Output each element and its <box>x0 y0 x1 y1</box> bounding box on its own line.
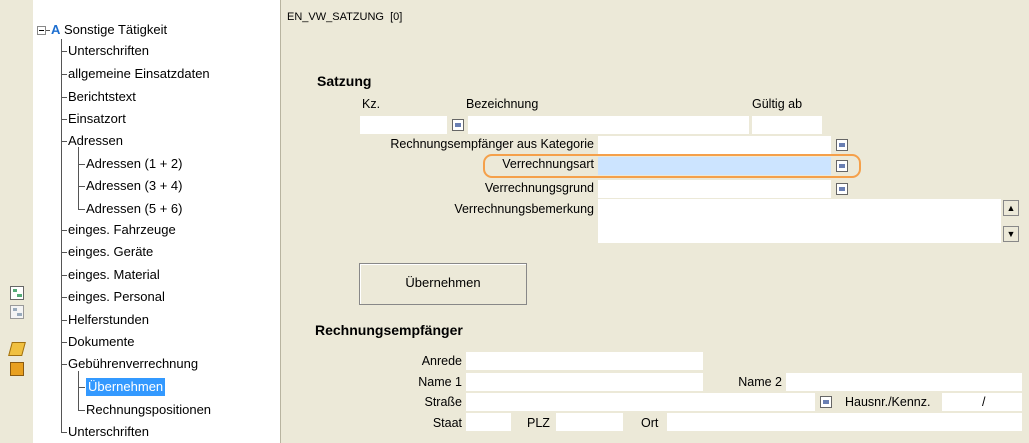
navigation-tree: A Sonstige Tätigkeit Unterschriften allg… <box>33 0 281 443</box>
label-verrechnungsbemerkung: Verrechnungsbemerkung <box>454 202 594 216</box>
folder-icon[interactable] <box>10 362 24 376</box>
tree-item-adressen-1-2[interactable]: Adressen (1 + 2) <box>86 155 182 173</box>
scroll-up-icon[interactable]: ▲ <box>1003 200 1019 216</box>
tree-item-rechnungspositionen[interactable]: Rechnungspositionen <box>86 401 211 419</box>
col-header-bezeichnung: Bezeichnung <box>466 97 539 111</box>
scroll-down-icon[interactable]: ▼ <box>1003 226 1019 242</box>
label-ort: Ort <box>641 416 659 430</box>
tree-item-einges-material[interactable]: einges. Material <box>68 266 160 284</box>
verrechnungsart-input[interactable] <box>598 157 831 175</box>
tree-item-unterschriften-2[interactable]: Unterschriften <box>68 423 149 441</box>
label-verrechnungsart: Verrechnungsart <box>502 157 594 171</box>
kz-lookup-icon[interactable] <box>452 119 464 131</box>
label-plz: PLZ <box>527 416 550 430</box>
expand-tree-icon[interactable] <box>10 286 24 300</box>
label-anrede: Anrede <box>421 354 462 368</box>
verrechnungsgrund-lookup-icon[interactable] <box>836 183 848 195</box>
root-letter-icon: A <box>51 22 61 37</box>
tree-item-allgemeine-einsatzdaten[interactable]: allgemeine Einsatzdaten <box>68 65 210 83</box>
section-heading-satzung: Satzung <box>317 73 372 89</box>
left-toolbar <box>0 0 33 443</box>
panel-title: EN_VW_SATZUNG [0] <box>287 11 403 23</box>
verrechnungsart-lookup-icon[interactable] <box>836 160 848 172</box>
strasse-lookup-icon[interactable] <box>820 396 832 408</box>
collapse-tree-icon[interactable] <box>10 305 24 319</box>
empfaenger-kategorie-input[interactable] <box>598 136 831 154</box>
label-hausnr-kennz: Hausnr./Kennz. <box>845 395 931 409</box>
tree-item-einsatzort[interactable]: Einsatzort <box>68 110 126 128</box>
verrechnungsgrund-input[interactable] <box>598 180 831 198</box>
tree-item-einges-fahrzeuge[interactable]: einges. Fahrzeuge <box>68 221 176 239</box>
tree-item-einges-geraete[interactable]: einges. Geräte <box>68 243 153 261</box>
tree-item-uebernehmen-selected[interactable]: Übernehmen <box>86 378 166 396</box>
tree-item-gebuehrenverrechnung[interactable]: Gebührenverrechnung <box>68 355 198 373</box>
col-header-gueltig-ab: Gültig ab <box>752 97 803 111</box>
plz-input[interactable] <box>556 413 623 431</box>
tree-item-helferstunden[interactable]: Helferstunden <box>68 311 149 329</box>
edit-pencil-icon[interactable] <box>8 342 26 356</box>
name2-input[interactable] <box>786 373 1022 391</box>
tree-item-adressen-5-6[interactable]: Adressen (5 + 6) <box>86 200 182 218</box>
label-verrechnungsgrund: Verrechnungsgrund <box>484 181 594 195</box>
label-strasse: Straße <box>424 395 462 409</box>
empfaenger-kategorie-lookup-icon[interactable] <box>836 139 848 151</box>
col-header-kz: Kz. <box>362 97 381 111</box>
anrede-input[interactable] <box>466 352 703 370</box>
section-heading-rechnungsempfaenger: Rechnungsempfänger <box>315 322 463 338</box>
kz-input[interactable] <box>360 116 447 134</box>
uebernehmen-button[interactable]: Übernehmen <box>359 263 527 305</box>
tree-item-adressen-3-4[interactable]: Adressen (3 + 4) <box>86 177 182 195</box>
gueltig-ab-input[interactable] <box>752 116 822 134</box>
label-name1: Name 1 <box>418 375 462 389</box>
label-staat: Staat <box>432 416 462 430</box>
bezeichnung-input[interactable] <box>468 116 749 134</box>
strasse-input[interactable] <box>466 393 815 411</box>
tree-item-adressen[interactable]: Adressen <box>68 132 123 150</box>
verrechnungsbemerkung-textarea[interactable] <box>598 199 1001 243</box>
tree-root-label: Sonstige Tätigkeit <box>64 22 168 37</box>
tree-item-dokumente[interactable]: Dokumente <box>68 333 134 351</box>
hausnr-separator: / <box>982 395 986 409</box>
label-name2: Name 2 <box>738 375 782 389</box>
tree-root[interactable]: A Sonstige Tätigkeit <box>51 21 167 39</box>
ort-input[interactable] <box>667 413 1022 431</box>
tree-item-berichtstext[interactable]: Berichtstext <box>68 88 136 106</box>
tree-item-unterschriften[interactable]: Unterschriften <box>68 42 149 60</box>
staat-input[interactable] <box>466 413 511 431</box>
tree-root-expander-icon[interactable] <box>37 26 46 35</box>
name1-input[interactable] <box>466 373 703 391</box>
tree-item-einges-personal[interactable]: einges. Personal <box>68 288 165 306</box>
label-empfaenger-kategorie: Rechnungsempfänger aus Kategorie <box>390 137 594 151</box>
